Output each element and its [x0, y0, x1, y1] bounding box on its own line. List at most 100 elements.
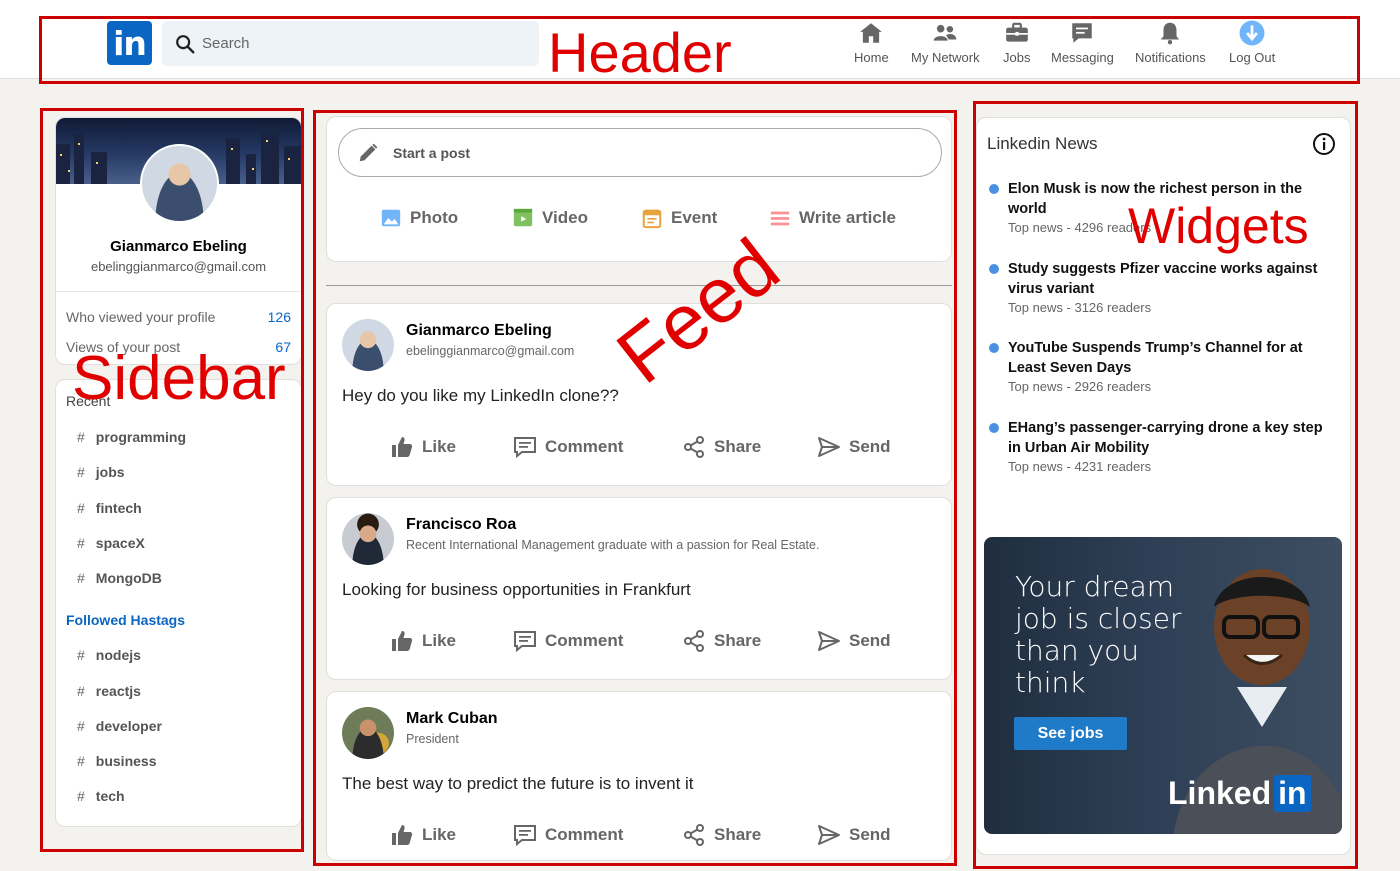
share-event-button[interactable]: Event [641, 207, 717, 229]
linkedin-logo[interactable]: in [107, 21, 152, 65]
search-input[interactable] [202, 35, 522, 52]
messaging-icon [1072, 23, 1093, 43]
post-author-subtitle: President [406, 732, 459, 746]
share-label: Share [714, 825, 762, 844]
ad-brand-text: Linked [1168, 775, 1272, 811]
nav-home[interactable]: Home [854, 20, 889, 65]
profile-name[interactable]: Gianmarco Ebeling [56, 238, 301, 255]
post-author-name[interactable]: Mark Cuban [406, 710, 498, 728]
followed-tag[interactable]: # nodejs [77, 647, 141, 663]
recent-tag[interactable]: # spaceX [77, 535, 145, 551]
post-author-subtitle: Recent International Management graduate… [406, 538, 820, 552]
see-jobs-button[interactable]: See jobs [1014, 717, 1127, 750]
jobs-ad-banner[interactable]: Your dream job is closer than you think … [984, 537, 1342, 834]
sidebar-recent-card: Recent # programming # jobs # fintech # spac… [55, 379, 302, 827]
comment-button[interactable]: Comment [513, 629, 623, 653]
jobs-icon [1005, 22, 1028, 42]
like-button[interactable]: Like [390, 435, 456, 459]
share-button[interactable]: Share [682, 823, 761, 847]
nav-my-network-label: My Network [911, 50, 980, 65]
post-avatar[interactable] [342, 513, 394, 565]
start-post-input[interactable]: Start a post [338, 128, 942, 177]
nav-jobs[interactable]: Jobs [1003, 20, 1030, 65]
nav-my-network[interactable]: My Network [911, 20, 980, 65]
comment-icon [514, 825, 536, 847]
followed-hashtags-heading[interactable]: Followed Hastags [66, 612, 185, 628]
recent-tag[interactable]: # jobs [77, 464, 125, 480]
recent-tag[interactable]: # fintech [77, 500, 142, 516]
share-icon [684, 436, 704, 458]
news-meta: Top news - 2926 readers [1008, 379, 1152, 394]
send-button[interactable]: Send [817, 435, 891, 459]
share-photo-label: Photo [410, 208, 459, 227]
article-icon [770, 211, 790, 226]
feed-divider [326, 285, 952, 286]
network-icon [933, 24, 957, 41]
send-icon [818, 437, 840, 457]
ad-line: than you [1015, 634, 1139, 667]
nav-notifications[interactable]: Notifications [1135, 20, 1206, 65]
comment-icon [514, 631, 536, 653]
post-author-name[interactable]: Gianmarco Ebeling [406, 322, 552, 340]
start-post-label: Start a post [393, 144, 471, 161]
share-button[interactable]: Share [682, 629, 761, 653]
share-photo-button[interactable]: Photo [380, 207, 458, 229]
pencil-icon [359, 143, 378, 161]
share-button[interactable]: Share [682, 435, 761, 459]
post-author-name[interactable]: Francisco Roa [406, 516, 516, 534]
like-button[interactable]: Like [390, 629, 456, 653]
share-label: Share [714, 437, 762, 456]
send-label: Send [849, 631, 891, 650]
comment-button[interactable]: Comment [513, 823, 623, 847]
followed-tag[interactable]: # business [77, 753, 157, 769]
comment-label: Comment [545, 825, 624, 844]
share-article-button[interactable]: Write article [769, 207, 896, 229]
share-icon [684, 630, 704, 652]
share-event-label: Event [671, 208, 718, 227]
post-avatar[interactable] [342, 707, 394, 759]
like-label: Like [422, 437, 457, 456]
like-label: Like [422, 631, 457, 650]
send-label: Send [849, 437, 891, 456]
ad-line: job is closer [1015, 602, 1182, 635]
post-avatar[interactable] [342, 319, 394, 371]
post-message: The best way to predict the future is to… [342, 774, 694, 793]
stat-post-views[interactable]: Views of your post 67 [66, 339, 291, 355]
share-video-button[interactable]: Video [512, 207, 588, 229]
followed-tag[interactable]: # tech [77, 788, 125, 804]
search-icon [176, 34, 195, 53]
stat-label: Views of your post [66, 339, 181, 355]
news-bullet [989, 423, 999, 433]
send-button[interactable]: Send [817, 629, 891, 653]
comment-button[interactable]: Comment [513, 435, 623, 459]
nav-messaging[interactable]: Messaging [1051, 20, 1114, 65]
followed-tag[interactable]: # developer [77, 718, 162, 734]
profile-avatar[interactable] [140, 144, 219, 223]
search-bar[interactable] [162, 21, 539, 66]
send-label: Send [849, 825, 891, 844]
ad-brand-in: in [1274, 775, 1311, 812]
notifications-icon [1161, 22, 1180, 45]
post-message: Hey do you like my LinkedIn clone?? [342, 386, 619, 405]
ad-linkedin-logo: Linked in [1168, 775, 1311, 812]
thumbs-up-icon [392, 825, 413, 845]
post-message: Looking for business opportunities in Fr… [342, 580, 691, 599]
post-card: Mark Cuban President The best way to pre… [326, 691, 952, 861]
recent-tag[interactable]: # programming [77, 429, 186, 445]
recent-tag[interactable]: # MongoDB [77, 570, 162, 586]
news-meta: Top news - 3126 readers [1008, 300, 1152, 315]
stat-profile-views[interactable]: Who viewed your profile 126 [66, 309, 291, 325]
nav-log-out[interactable]: Log Out [1229, 20, 1275, 65]
header: in Home My Network Jobs Messaging Notifi… [0, 0, 1400, 79]
send-icon [818, 825, 840, 845]
followed-tag[interactable]: # reactjs [77, 683, 141, 699]
like-button[interactable]: Like [390, 823, 456, 847]
like-label: Like [422, 825, 457, 844]
photo-icon [381, 209, 401, 227]
info-icon[interactable] [1312, 132, 1336, 156]
profile-email: ebelinggianmarco@gmail.com [90, 259, 267, 274]
news-headline: Elon Musk is now the richest person in t… [1008, 181, 1303, 217]
news-title: Linkedin News [987, 134, 1098, 153]
comment-label: Comment [545, 437, 624, 456]
send-button[interactable]: Send [817, 823, 891, 847]
